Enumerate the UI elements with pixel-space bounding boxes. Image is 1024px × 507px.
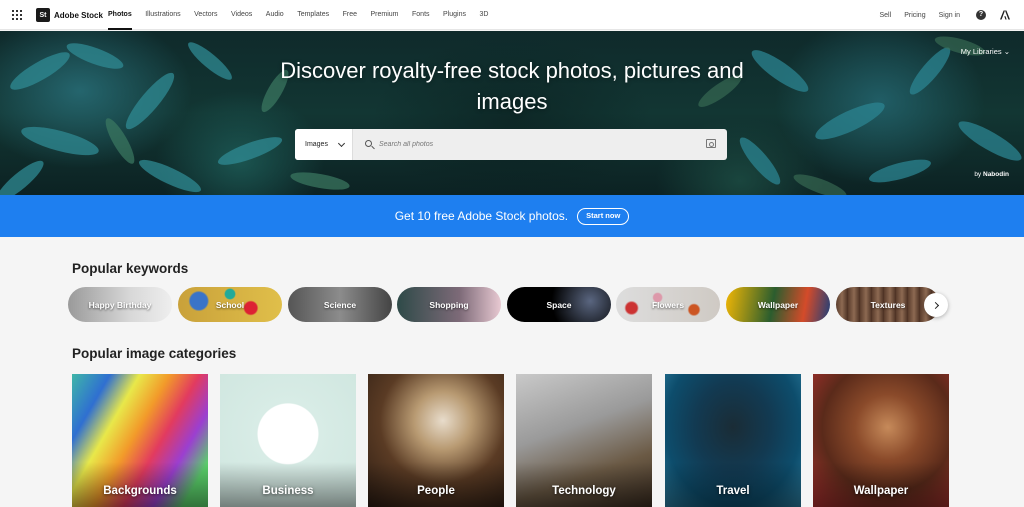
chevron-down-icon xyxy=(337,139,346,147)
help-icon[interactable]: ? xyxy=(976,10,986,20)
keyword-pill[interactable]: Space xyxy=(507,287,611,322)
pricing-link[interactable]: Pricing xyxy=(904,12,925,19)
category-card[interactable]: Backgrounds xyxy=(72,374,208,507)
popular-keywords-title: Popular keywords xyxy=(72,261,189,276)
apps-grid-icon[interactable] xyxy=(12,10,22,20)
category-card[interactable]: Wallpaper xyxy=(813,374,949,507)
keyword-pill[interactable]: Happy Birthday xyxy=(68,287,172,322)
search-field xyxy=(353,129,727,160)
brand-logo[interactable]: St Adobe Stock xyxy=(36,8,103,22)
category-label: Business xyxy=(262,485,314,497)
category-row: Backgrounds Business People Technology T… xyxy=(72,374,950,507)
category-label: Wallpaper xyxy=(853,485,909,497)
my-libraries-label: My Libraries xyxy=(960,47,1002,56)
adobe-stock-logo-icon: St xyxy=(36,8,50,22)
nav-right: Sell Pricing Sign in ? xyxy=(867,0,1010,30)
category-card[interactable]: People xyxy=(368,374,504,507)
signin-link[interactable]: Sign in xyxy=(939,12,960,19)
keyword-pill[interactable]: Wallpaper xyxy=(726,287,830,322)
keyword-pill[interactable]: Flowers xyxy=(616,287,720,322)
keyword-pill[interactable]: School xyxy=(178,287,282,322)
search-icon xyxy=(365,140,372,147)
top-nav: St Adobe Stock Photos Illustrations Vect… xyxy=(0,0,1024,30)
brand-name: Adobe Stock xyxy=(54,10,103,20)
my-libraries-button[interactable]: My Libraries ⌄ xyxy=(961,47,1010,56)
photo-credit-name[interactable]: Nabodin xyxy=(983,171,1009,178)
nav-link-free[interactable]: Free xyxy=(343,0,357,30)
nav-link-vectors[interactable]: Vectors xyxy=(194,0,217,30)
category-label: Technology xyxy=(552,485,616,497)
nav-link-photos[interactable]: Photos xyxy=(108,0,132,30)
nav-link-premium[interactable]: Premium xyxy=(371,0,399,30)
search-type-dropdown[interactable]: Images xyxy=(295,129,353,160)
photo-credit: by Nabodin xyxy=(974,171,1009,178)
chevron-right-icon xyxy=(931,301,939,309)
adobe-logo-icon[interactable] xyxy=(1000,10,1010,20)
keywords-next-button[interactable] xyxy=(924,293,948,317)
category-label: Travel xyxy=(716,485,750,497)
nav-link-illustrations[interactable]: Illustrations xyxy=(145,0,180,30)
search-bar: Images xyxy=(295,129,727,160)
category-label: People xyxy=(417,485,455,497)
sell-link[interactable]: Sell xyxy=(880,12,892,19)
hero-banner: Discover royalty-free stock photos, pict… xyxy=(0,31,1024,195)
category-label: Backgrounds xyxy=(103,485,177,497)
promo-text: Get 10 free Adobe Stock photos. xyxy=(394,209,569,223)
nav-link-plugins[interactable]: Plugins xyxy=(443,0,466,30)
chevron-down-icon: ⌄ xyxy=(1003,47,1010,56)
nav-link-audio[interactable]: Audio xyxy=(266,0,284,30)
nav-link-fonts[interactable]: Fonts xyxy=(412,0,430,30)
search-input[interactable] xyxy=(379,129,679,160)
search-type-label: Images xyxy=(305,141,328,148)
keyword-row: Happy Birthday School Science Shopping S… xyxy=(68,287,950,322)
popular-categories-title: Popular image categories xyxy=(72,346,237,361)
nav-link-videos[interactable]: Videos xyxy=(231,0,252,30)
nav-link-3d[interactable]: 3D xyxy=(480,0,489,30)
category-card[interactable]: Business xyxy=(220,374,356,507)
photo-credit-by: by xyxy=(974,171,982,178)
hero-title: Discover royalty-free stock photos, pict… xyxy=(280,58,744,114)
nav-links: Photos Illustrations Vectors Videos Audi… xyxy=(108,0,502,30)
promo-banner: Get 10 free Adobe Stock photos. Start no… xyxy=(0,195,1024,237)
start-now-button[interactable]: Start now xyxy=(577,207,630,225)
nav-link-templates[interactable]: Templates xyxy=(297,0,329,30)
keyword-pill[interactable]: Science xyxy=(288,287,392,322)
category-card[interactable]: Travel xyxy=(665,374,801,507)
category-card[interactable]: Technology xyxy=(516,374,652,507)
keyword-pill[interactable]: Shopping xyxy=(397,287,501,322)
camera-icon[interactable] xyxy=(706,139,716,148)
